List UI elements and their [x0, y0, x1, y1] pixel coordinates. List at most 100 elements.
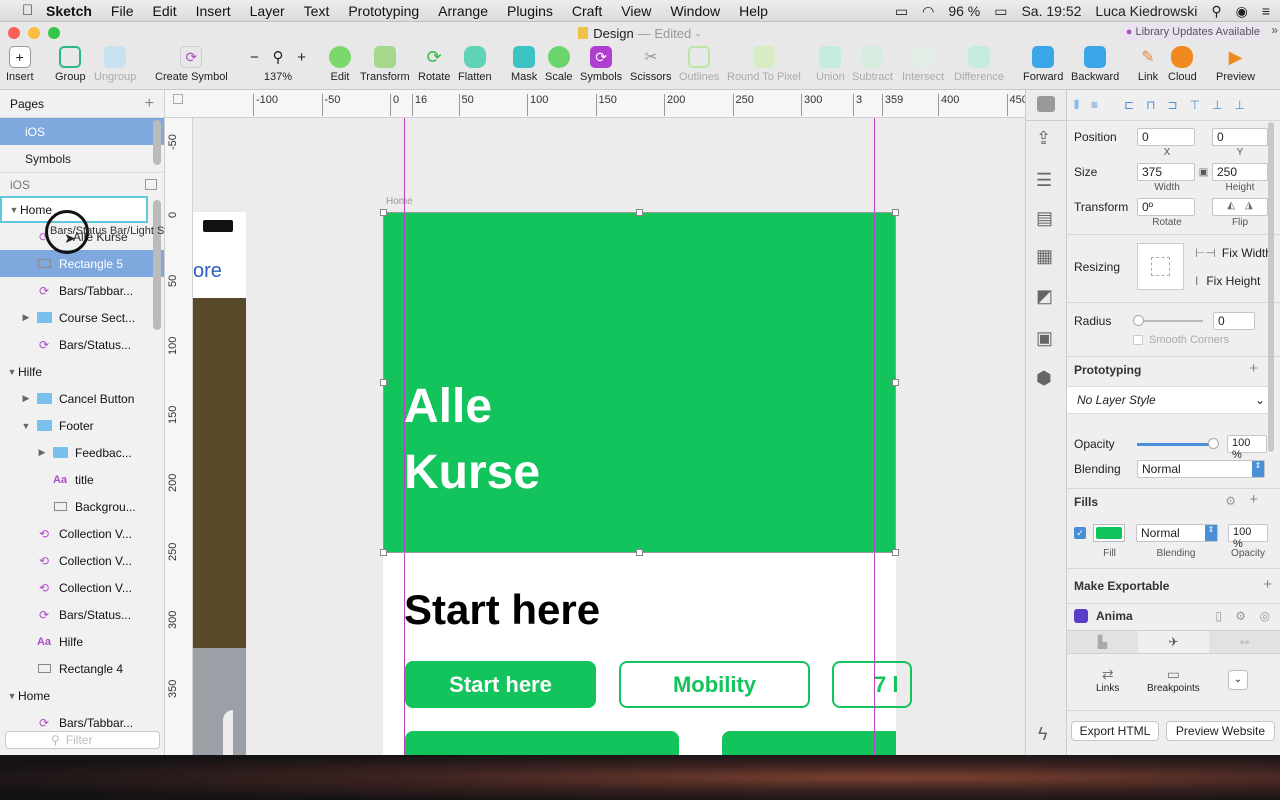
close-window-button[interactable] — [8, 27, 20, 39]
constraint-inner-box[interactable] — [1151, 257, 1170, 276]
fill-blending-select[interactable]: Normal ⇕ — [1136, 524, 1218, 542]
group-button[interactable]: Group — [55, 46, 86, 83]
style-toggle-icon[interactable] — [1037, 96, 1055, 112]
layer-row[interactable]: ▼ Home — [0, 682, 164, 709]
link-button[interactable]: ✎ Link — [1137, 46, 1159, 83]
menu-window[interactable]: Window — [670, 3, 720, 19]
menu-edit[interactable]: Edit — [152, 3, 176, 19]
resize-handle[interactable] — [892, 379, 899, 386]
chip-partial[interactable]: 7 l — [832, 661, 912, 708]
disclosure-expanded-icon[interactable]: ▼ — [20, 421, 32, 431]
breakpoints-button[interactable]: ▭ Breakpoints — [1147, 666, 1200, 694]
inspector-scrollbar[interactable] — [1268, 120, 1276, 710]
menu-help[interactable]: Help — [739, 3, 768, 19]
menu-prototyping[interactable]: Prototyping — [348, 3, 419, 19]
chip-start-here[interactable]: Start here — [405, 661, 596, 708]
fill-color-swatch[interactable] — [1093, 524, 1125, 542]
layer-row[interactable]: ⟲ Collection V... — [0, 520, 164, 547]
layer-row[interactable]: ▼ Footer — [0, 412, 164, 439]
edit-button[interactable]: Edit — [329, 46, 351, 83]
lock-icon[interactable] — [173, 94, 183, 104]
layer-row[interactable]: ⟳ Bars/Status... — [0, 331, 164, 358]
x-field[interactable]: 0 — [1137, 128, 1195, 146]
section-title[interactable]: Start here — [404, 586, 600, 634]
chevron-down-icon[interactable]: ⌄ — [1228, 670, 1248, 690]
layer-row[interactable]: ▶ Cancel Button — [0, 385, 164, 412]
horizontal-ruler[interactable]: -100 -50 0 16 50 100 150 200 250 300 3 359 400 450 — [165, 90, 1028, 118]
resize-handle[interactable] — [380, 379, 387, 386]
plugin-icon[interactable]: ⬢ — [1036, 368, 1052, 389]
insert-button[interactable]: + Insert — [6, 46, 34, 83]
y-field[interactable]: 0 — [1212, 128, 1268, 146]
align-top-icon[interactable]: ⊤ — [1190, 98, 1200, 114]
disclosure-expanded-icon[interactable]: ▼ — [8, 205, 20, 215]
menubar-user[interactable]: Luca Kiedrowski — [1095, 3, 1197, 19]
radius-field[interactable]: 0 — [1213, 312, 1255, 330]
bolt-icon[interactable]: ϟ — [1038, 724, 1048, 745]
opacity-slider-thumb[interactable] — [1208, 437, 1219, 449]
crop-icon[interactable]: ◩ — [1036, 286, 1053, 307]
course-card[interactable] — [405, 731, 679, 755]
disclosure-collapsed-icon[interactable]: ▶ — [36, 447, 48, 458]
menu-text[interactable]: Text — [304, 3, 330, 19]
opacity-slider[interactable] — [1137, 437, 1219, 449]
guide-line[interactable] — [874, 118, 875, 755]
width-field[interactable]: 375 — [1137, 163, 1195, 181]
fill-enabled-checkbox[interactable]: ✓ — [1074, 527, 1086, 539]
image-icon[interactable]: ▣ — [1036, 328, 1053, 349]
create-symbol-button[interactable]: ⟳ Create Symbol — [155, 46, 228, 83]
transform-button[interactable]: Transform — [360, 46, 410, 83]
blending-select[interactable]: Normal ⇕ — [1137, 460, 1265, 478]
smooth-corners-checkbox[interactable]: Smooth Corners — [1133, 334, 1229, 346]
layer-row[interactable]: ⟳ Bars/Status... — [0, 601, 164, 628]
flip-horizontal-icon[interactable]: ◭ — [1227, 200, 1235, 214]
links-button[interactable]: ⇄ Links — [1096, 666, 1119, 694]
pages-scrollbar[interactable] — [153, 120, 161, 165]
disclosure-expanded-icon[interactable]: ▼ — [6, 691, 18, 701]
collapse-all-icon[interactable] — [145, 179, 157, 190]
flip-vertical-icon[interactable]: ◮ — [1245, 200, 1253, 214]
round-to-pixel-button[interactable]: Round To Pixel — [727, 46, 801, 83]
guide-line[interactable] — [404, 118, 405, 755]
artboard-home[interactable]: Alle Kurse Start here Start here Mobilit… — [383, 212, 912, 755]
fix-width-toggle[interactable]: ⊢⊣ Fix Width — [1195, 246, 1272, 260]
flip-control[interactable]: ◭ ◮ — [1212, 198, 1268, 216]
backward-button[interactable]: Backward — [1071, 46, 1119, 83]
siri-icon[interactable]: ◉ — [1236, 3, 1248, 20]
intersect-button[interactable]: Intersect — [902, 46, 944, 83]
menu-arrange[interactable]: Arrange — [438, 3, 488, 19]
radius-slider-thumb[interactable] — [1133, 315, 1144, 326]
resize-handle[interactable] — [892, 209, 899, 216]
chip-mobility[interactable]: Mobility — [619, 661, 810, 708]
opacity-field[interactable]: 100 % — [1227, 435, 1267, 461]
add-fill-icon[interactable]: + — [1249, 491, 1258, 508]
notification-center-icon[interactable]: ≡ — [1262, 3, 1270, 19]
anima-settings-icon[interactable]: ⚙ — [1235, 609, 1246, 623]
menu-file[interactable]: File — [111, 3, 134, 19]
vertical-ruler[interactable]: -50 0 50 100 150 200 250 300 350 — [165, 118, 193, 755]
rotate-field[interactable]: 0º — [1137, 198, 1195, 216]
layer-row[interactable]: ▶ Feedbac... — [0, 439, 164, 466]
overflow-icon[interactable]: » — [1271, 23, 1278, 37]
menu-layer[interactable]: Layer — [250, 3, 285, 19]
grid-icon[interactable]: ▦ — [1036, 246, 1053, 267]
difference-button[interactable]: Difference — [954, 46, 1004, 83]
resize-handle[interactable] — [636, 209, 643, 216]
subtract-button[interactable]: Subtract — [852, 46, 893, 83]
layer-row[interactable]: Rectangle 5 — [0, 250, 164, 277]
apple-icon[interactable]:  — [22, 2, 36, 19]
course-card[interactable] — [722, 731, 896, 755]
flatten-button[interactable]: Flatten — [458, 46, 492, 83]
zoom-control[interactable]: − ⚲ + 137% — [250, 46, 306, 84]
disclosure-expanded-icon[interactable]: ▼ — [6, 367, 18, 377]
menu-craft[interactable]: Craft — [572, 3, 602, 19]
resize-handle[interactable] — [380, 209, 387, 216]
disclosure-collapsed-icon[interactable]: ▶ — [20, 393, 32, 404]
artboard-label[interactable]: Home — [386, 196, 413, 207]
fill-opacity-field[interactable]: 100 % — [1228, 524, 1268, 550]
layer-row[interactable]: ⟲ Collection V... — [0, 574, 164, 601]
add-prototyping-icon[interactable]: + — [1249, 360, 1258, 377]
forward-button[interactable]: Forward — [1023, 46, 1063, 83]
height-field[interactable]: 250 — [1212, 163, 1268, 181]
resize-handle[interactable] — [380, 549, 387, 556]
